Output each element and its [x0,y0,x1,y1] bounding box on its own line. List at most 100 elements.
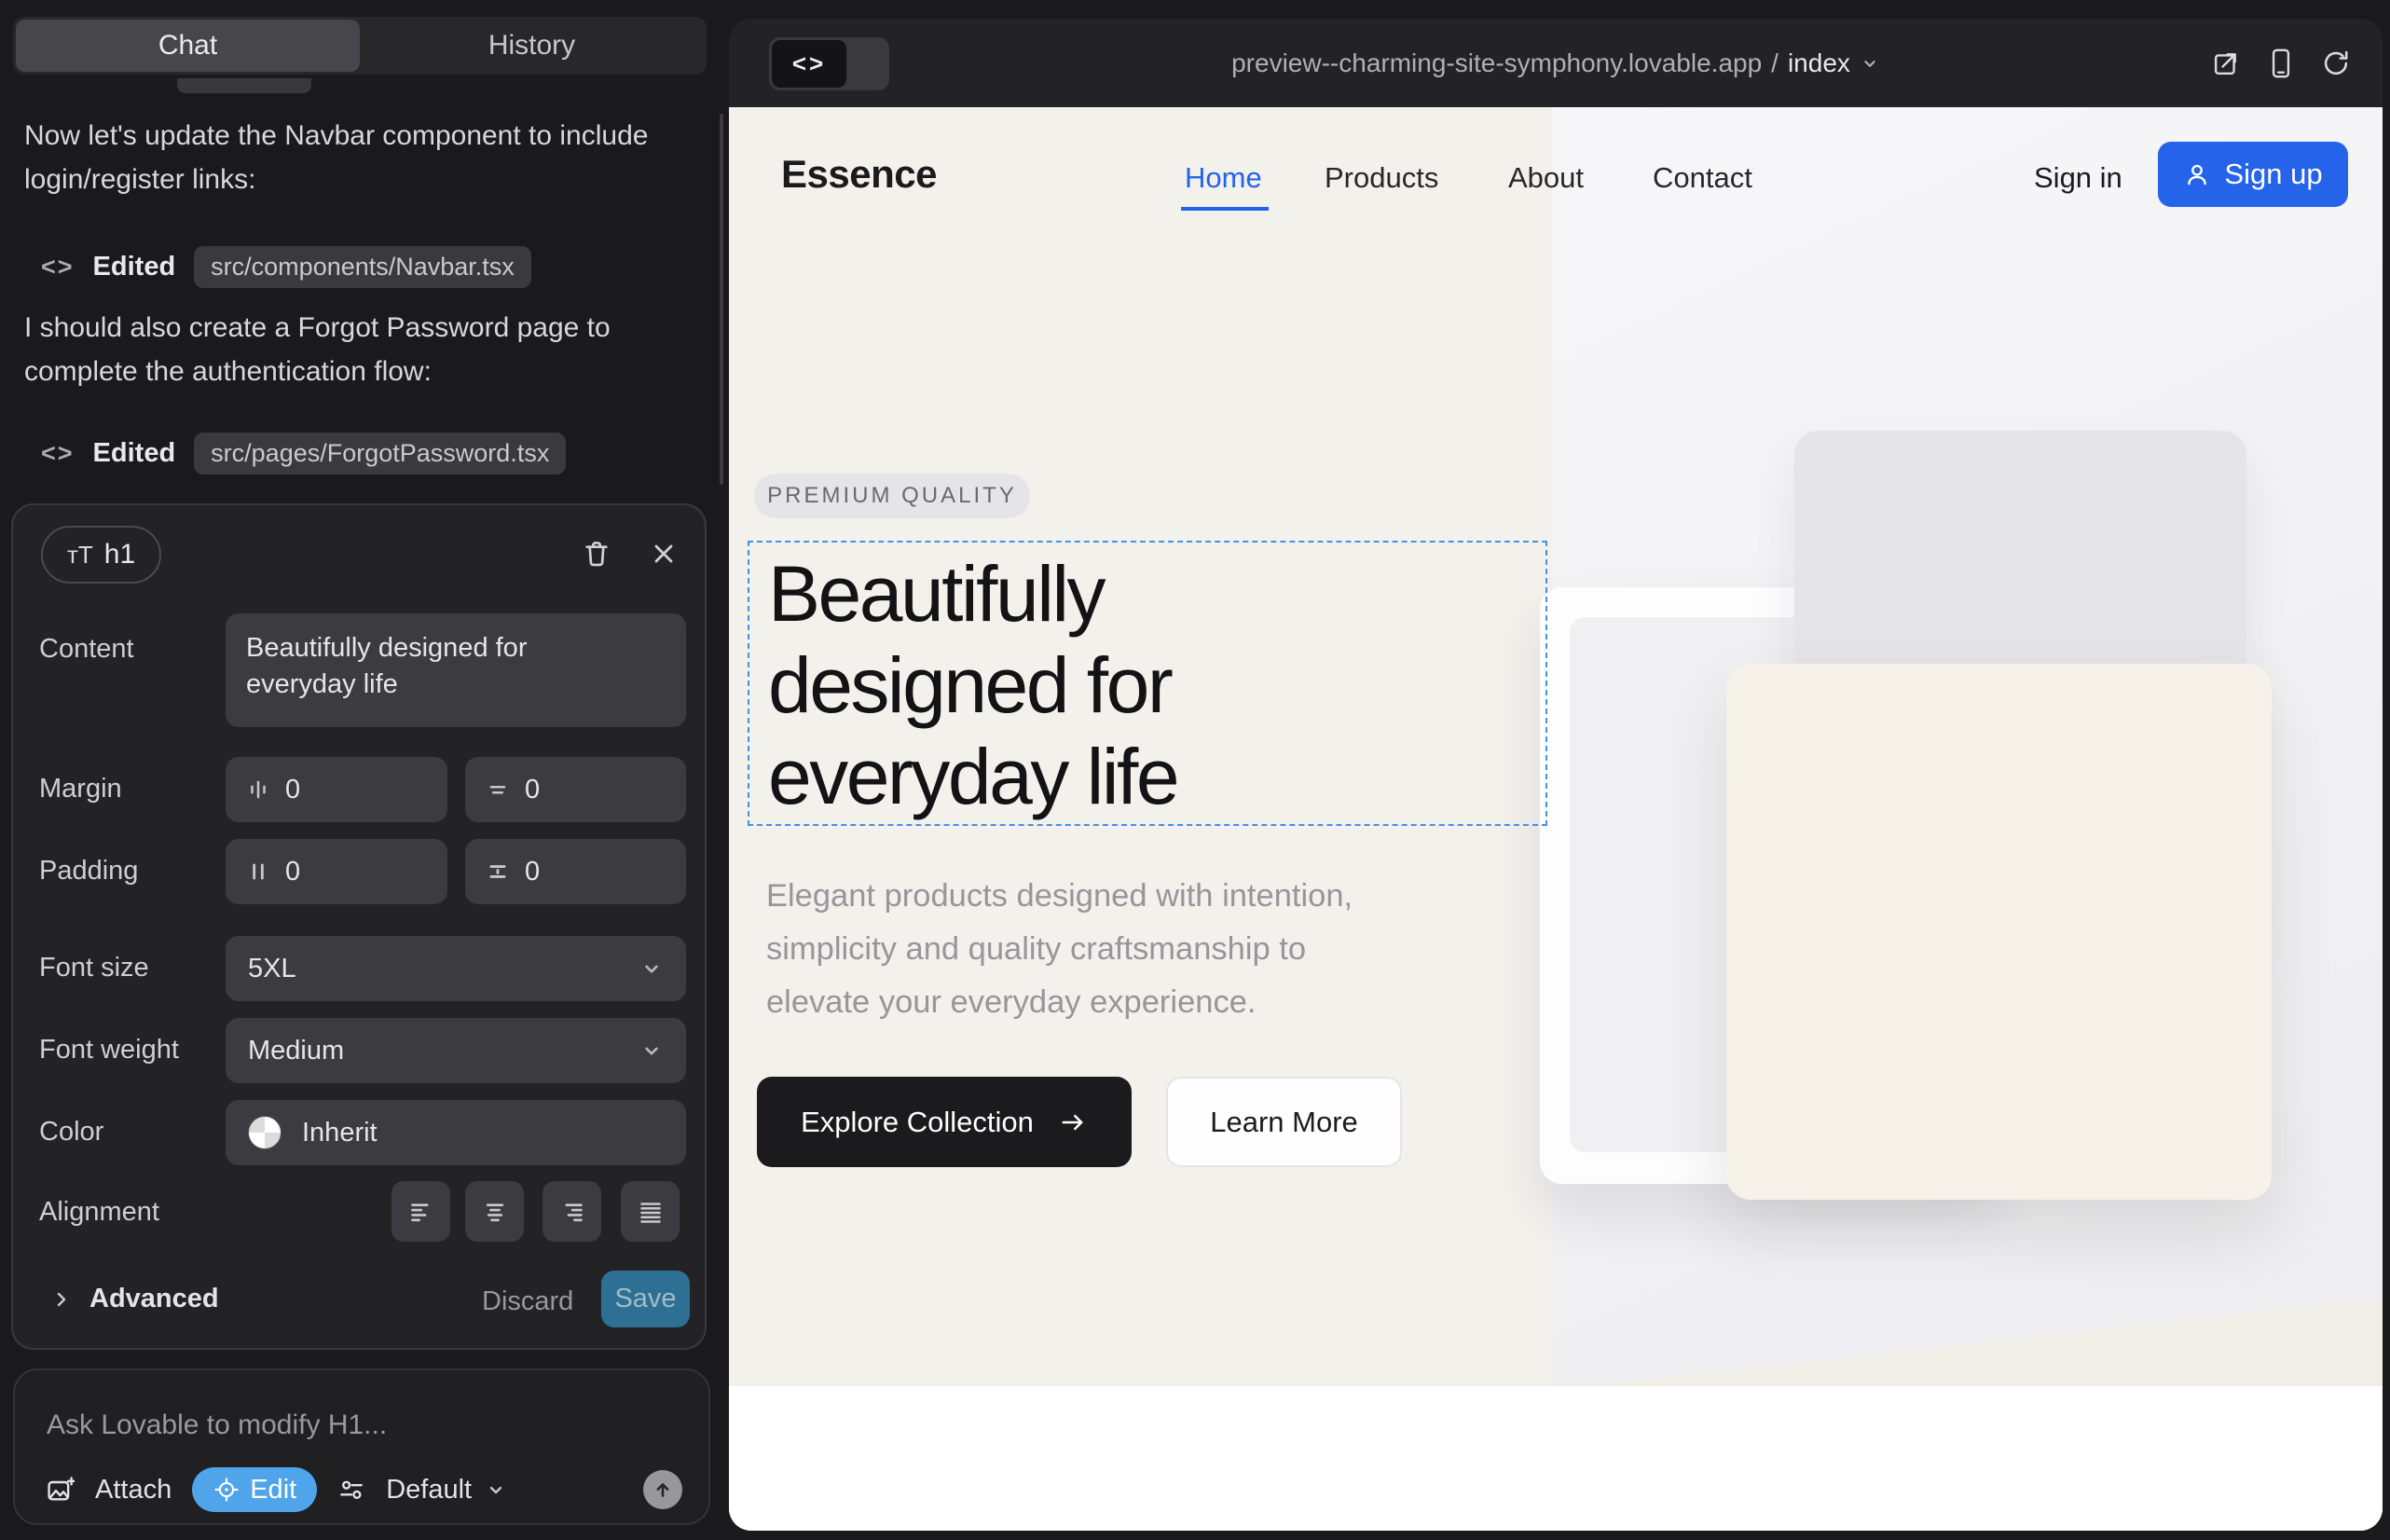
refresh-icon[interactable] [2321,48,2351,78]
preview-panel: <> preview--charming-site-symphony.lovab… [729,19,2383,1531]
hero-heading-line: designed for [768,639,1177,731]
preview-route: index [1788,48,1850,78]
attach-label[interactable]: Attach [95,1475,172,1506]
content-label: Content [39,634,134,665]
nav-link-about[interactable]: About [1508,161,1584,195]
code-toggle-segment[interactable]: <> [772,40,846,88]
hero-paragraph: Elegant products designed with intention… [766,870,1353,1029]
margin-y-input[interactable]: 0 [465,757,686,822]
close-editor-button[interactable] [643,533,684,574]
site-viewport: Essence Home Products About Contact Sign… [729,107,2383,1531]
hero-heading[interactable]: Beautifully designed for everyday life [768,548,1177,822]
align-right-icon [559,1201,585,1223]
mode-select-label[interactable]: Default [386,1475,472,1506]
decorative-wedge [1552,1298,2383,1386]
chat-message: I should also create a Forgot Password p… [24,306,692,393]
margin-y-value: 0 [525,775,540,805]
active-nav-underline [1181,207,1269,211]
discard-button[interactable]: Discard [482,1286,573,1317]
align-left-button[interactable] [391,1181,450,1242]
scrolled-file-pill-fragment [177,78,311,93]
chevron-right-icon [50,1288,73,1311]
chevron-down-icon [639,1038,664,1063]
mobile-view-icon[interactable] [2267,48,2295,79]
tab-chat[interactable]: Chat [16,20,360,72]
margin-x-input[interactable]: 0 [226,757,447,822]
sidebar-tabs: Chat History [13,17,707,75]
site-logo[interactable]: Essence [781,152,937,197]
chevron-down-icon[interactable] [485,1478,507,1501]
margin-vertical-icon [486,777,510,802]
advanced-label: Advanced [89,1284,219,1314]
hero-heading-line: everyday life [768,731,1177,822]
sliders-icon [337,1476,365,1504]
chat-input-box[interactable]: Ask Lovable to modify H1... Attach Edit … [13,1368,710,1525]
padding-vertical-icon [486,859,510,884]
advanced-toggle[interactable]: Advanced [50,1284,219,1314]
color-label: Color [39,1117,103,1148]
nav-link-home[interactable]: Home [1185,161,1262,195]
align-center-icon [482,1201,508,1223]
save-button[interactable]: Save [601,1271,690,1327]
align-justify-button[interactable] [621,1181,680,1242]
font-size-value: 5XL [248,954,296,984]
content-value: Beautifully designed for everyday life [246,630,582,703]
hero-badge-label: PREMIUM QUALITY [767,483,1017,509]
send-button[interactable] [643,1470,682,1509]
content-textarea[interactable]: Beautifully designed for everyday life [226,613,686,727]
file-path-pill[interactable]: src/pages/ForgotPassword.tsx [194,433,566,474]
element-tag-label: h1 [104,539,135,571]
color-value: Inherit [302,1118,378,1148]
font-weight-select[interactable]: Medium [226,1018,686,1083]
sign-up-button[interactable]: Sign up [2158,142,2348,207]
nav-link-contact[interactable]: Contact [1653,161,1752,195]
preview-url-bar[interactable]: preview--charming-site-symphony.lovable.… [1231,48,1880,78]
url-separator: / [1771,48,1779,78]
chat-scrollbar[interactable] [720,114,723,485]
selected-element-tag[interactable]: тT h1 [41,526,161,584]
element-editor-panel: тT h1 Content Beautifully designed for e… [11,503,707,1350]
margin-label: Margin [39,774,122,804]
padding-label: Padding [39,856,138,887]
arrow-right-icon [1058,1107,1088,1137]
edited-label: Edited [93,252,176,282]
sign-up-label: Sign up [2224,158,2322,191]
color-select[interactable]: Inherit [226,1100,686,1165]
align-center-button[interactable] [465,1181,524,1242]
save-label: Save [614,1284,676,1314]
sign-in-link[interactable]: Sign in [2034,161,2122,195]
tab-history-label: History [488,30,575,62]
font-size-select[interactable]: 5XL [226,936,686,1001]
padding-y-input[interactable]: 0 [465,839,686,904]
tab-history[interactable]: History [360,20,704,72]
align-right-button[interactable] [543,1181,601,1242]
font-weight-value: Medium [248,1036,344,1066]
open-in-new-tab-icon[interactable] [2211,48,2241,78]
nav-link-products[interactable]: Products [1325,161,1438,195]
preview-url: preview--charming-site-symphony.lovable.… [1231,48,1762,78]
file-path-pill[interactable]: src/components/Navbar.tsx [194,246,531,288]
next-section [729,1386,2383,1531]
tab-chat-label: Chat [158,30,217,62]
selected-h1-outline[interactable]: Beautifully designed for everyday life [748,541,1547,826]
learn-more-button[interactable]: Learn More [1166,1077,1402,1167]
margin-x-value: 0 [285,775,300,805]
align-left-icon [408,1201,434,1223]
lovable-app-window: Chat History Now let's update the Navbar… [0,0,2390,1540]
edited-file-row: <> Edited src/components/Navbar.tsx [41,246,531,287]
padding-x-input[interactable]: 0 [226,839,447,904]
hero-heading-line: Beautifully [768,548,1177,639]
user-icon [2183,160,2211,188]
attach-image-icon[interactable] [45,1475,75,1505]
code-preview-toggle[interactable]: <> [769,37,889,90]
explore-collection-label: Explore Collection [801,1106,1034,1139]
chat-message: Now let's update the Navbar component to… [24,114,692,201]
color-swatch [248,1116,282,1149]
padding-y-value: 0 [525,857,540,887]
delete-element-button[interactable] [576,533,617,574]
explore-collection-button[interactable]: Explore Collection [757,1077,1132,1167]
edit-mode-button[interactable]: Edit [192,1467,317,1512]
code-icon: <> [41,439,75,468]
alignment-label: Alignment [39,1197,159,1228]
chat-input-placeholder: Ask Lovable to modify H1... [47,1409,387,1441]
